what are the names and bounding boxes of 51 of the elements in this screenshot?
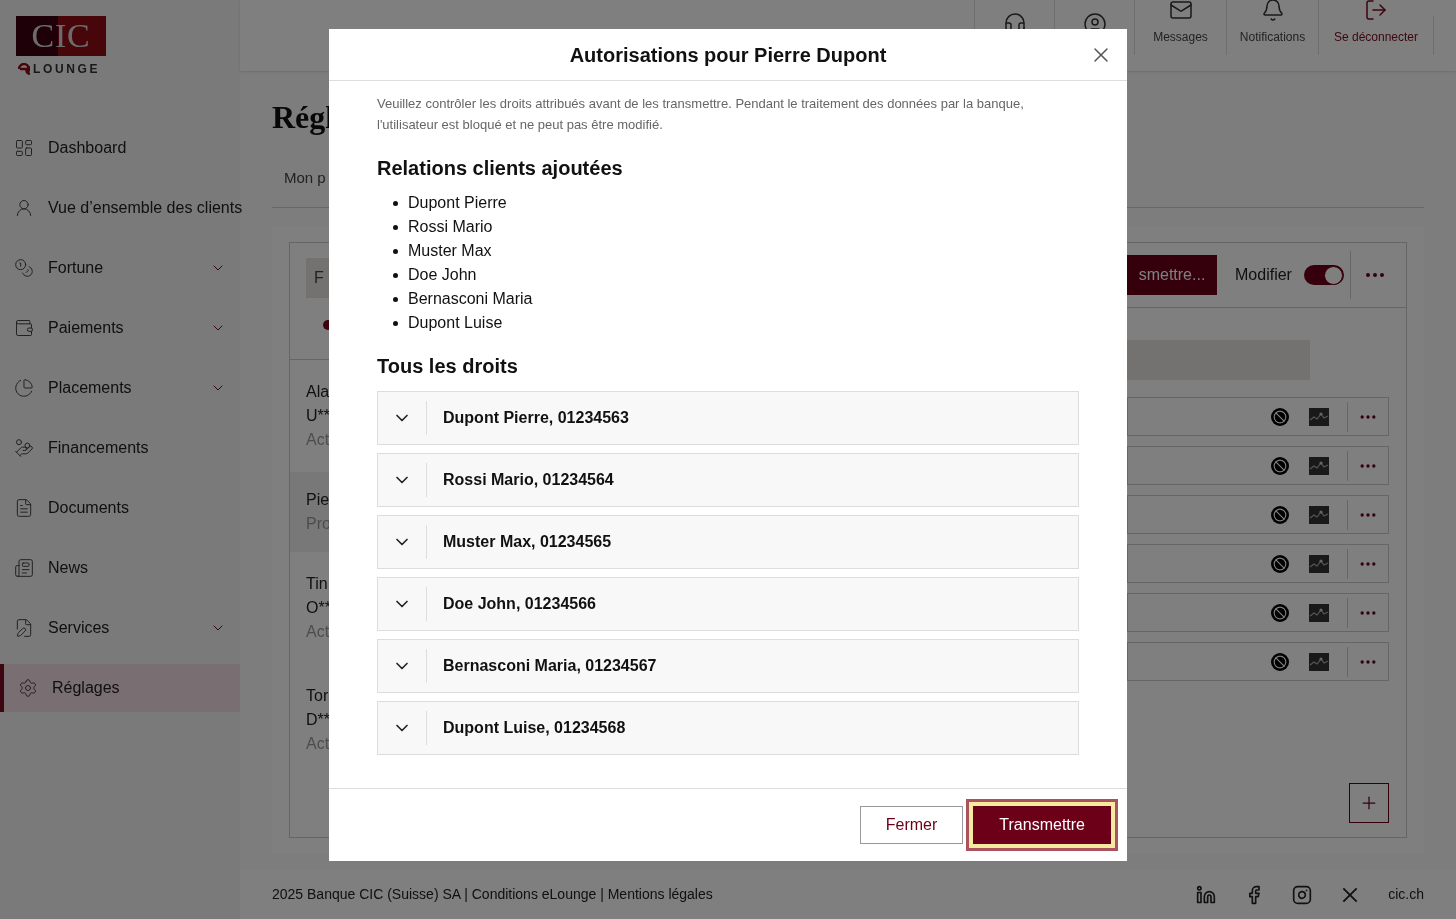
client-name: Dupont Luise [408,313,503,333]
sidebar-item[interactable]: Placements [0,364,240,412]
dialog-intro: Veuillez contrôler les droits attribués avant de les transmettre. Pendant le traitement des données par la banque, l'utilisateur est bloqué et ne peut pas être modifié. [377,95,1025,134]
client-name: Doe John [408,265,477,285]
accordion-item[interactable]: Rossi Mario, 01234564 [377,453,1079,507]
transmit-button[interactable]: smettre... [1127,255,1217,295]
logo[interactable]: CIC [16,16,106,56]
sidebar-item[interactable]: Vue d’ensemble des clients [0,184,240,232]
header-action-button[interactable]: Notifications [1226,0,1318,55]
user-name: Tin [306,574,328,594]
accordion-label: Dupont Luise, 01234568 [443,718,626,738]
sidebar-item[interactable]: Réglages [0,664,240,712]
user-code: O** [306,598,331,618]
website-link[interactable]: cic.ch [1388,884,1424,905]
header-action-button[interactable]: Messages [1134,0,1226,55]
accordion-item[interactable]: Dupont Pierre, 01234563 [377,391,1079,445]
user-code: U** [306,406,330,426]
sidebar-item[interactable]: Financements [0,424,240,472]
logo-subtitle: LOUNGE [33,61,101,78]
user-name: Pie [306,490,330,510]
client-name: Rossi Mario [408,217,493,237]
sidebar-item[interactable]: Paiements [0,304,240,352]
footer-text: 2025 Banque CIC (Suisse) SA | Conditions eLounge | Mentions légales [272,885,714,904]
sidebar-item[interactable]: Documents [0,484,240,532]
sidebar-item[interactable]: Services [0,604,240,652]
user-code: D** [306,710,330,730]
accordion-label: Dupont Pierre, 01234563 [443,408,629,428]
accordion-item[interactable]: Muster Max, 01234565 [377,515,1079,569]
user-name: Ala [306,382,330,402]
client-name: Dupont Pierre [408,193,507,213]
accordion-item[interactable]: Doe John, 01234566 [377,577,1079,631]
section-heading: Relations clients ajoutées [377,156,624,181]
toggle-label: Modifier [1235,265,1292,285]
tab[interactable]: Mon p [284,165,326,190]
accordion-label: Doe John, 01234566 [443,594,596,614]
accordion-item[interactable]: Dupont Luise, 01234568 [377,701,1079,755]
sidebar-item[interactable]: Dashboard [0,124,240,172]
accordion-item[interactable]: Bernasconi Maria, 01234567 [377,639,1079,693]
sidebar-item[interactable]: News [0,544,240,592]
accordion-label: Muster Max, 01234565 [443,532,612,552]
header-action-button[interactable]: Se déconnecter [1318,0,1433,55]
close-button[interactable]: Fermer [859,806,964,844]
filter-button[interactable]: F [306,258,329,298]
accordion-label: Bernasconi Maria, 01234567 [443,656,657,676]
sidebar-item[interactable]: Fortune [0,244,240,292]
client-name: Bernasconi Maria [408,289,533,309]
section-heading: Tous les droits [377,354,519,379]
dialog-title: Autorisations pour Pierre Dupont [569,42,887,68]
accordion-label: Rossi Mario, 01234564 [443,470,614,490]
user-name: Tor [306,686,329,706]
client-name: Muster Max [408,241,492,261]
